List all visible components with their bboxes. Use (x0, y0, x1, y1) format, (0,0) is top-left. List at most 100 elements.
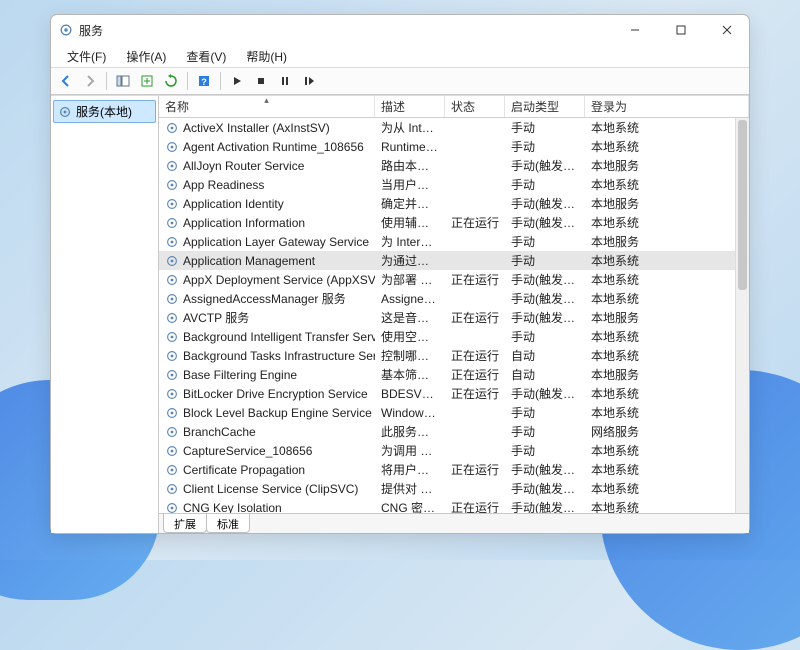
service-login-as: 本地服务 (585, 233, 655, 250)
service-name: CNG Key Isolation (183, 501, 282, 514)
service-name: Background Tasks Infrastructure Service (183, 349, 375, 363)
service-name: BranchCache (183, 425, 256, 439)
service-row[interactable]: BranchCache此服务缓存...手动网络服务 (159, 422, 735, 441)
service-desc: 为部署 Mic... (375, 271, 445, 288)
titlebar[interactable]: 服务 (51, 15, 749, 45)
service-row[interactable]: Certificate Propagation将用户证书...正在运行手动(触发… (159, 460, 735, 479)
gear-icon (165, 387, 179, 401)
view-tabs: 扩展 标准 (159, 513, 749, 533)
gear-icon (165, 197, 179, 211)
help-button[interactable]: ? (193, 70, 215, 92)
minimize-button[interactable] (621, 20, 649, 40)
column-start-type[interactable]: 启动类型 (505, 96, 585, 117)
tree-item-services-local[interactable]: 服务(本地) (53, 100, 156, 123)
service-row[interactable]: AppX Deployment Service (AppXSVC)为部署 Mic… (159, 270, 735, 289)
gear-icon (165, 501, 179, 514)
menu-action[interactable]: 操作(A) (116, 46, 176, 67)
gear-icon (165, 368, 179, 382)
service-row[interactable]: Application Information使用辅助管...正在运行手动(触发… (159, 213, 735, 232)
service-login-as: 本地服务 (585, 157, 655, 174)
service-row[interactable]: Agent Activation Runtime_108656 Runtime f… (159, 137, 735, 156)
service-row[interactable]: Base Filtering Engine基本筛选引...正在运行自动本地服务 (159, 365, 735, 384)
show-hide-tree-button[interactable] (112, 70, 134, 92)
column-description[interactable]: 描述 (375, 96, 445, 117)
menu-file[interactable]: 文件(F) (57, 46, 116, 67)
service-desc: 为 Internet... (375, 233, 445, 250)
service-login-as: 本地系统 (585, 252, 655, 269)
gear-icon (165, 330, 179, 344)
service-login-as: 本地系统 (585, 271, 655, 288)
service-status: 正在运行 (445, 214, 505, 231)
service-desc: 为通过组策... (375, 252, 445, 269)
service-start-type: 手动(触发器... (505, 461, 585, 478)
service-row[interactable]: AllJoyn Router Service路由本地 A...手动(触发器...… (159, 156, 735, 175)
tree-panel: 服务(本地) (51, 96, 159, 533)
service-desc: Runtime f... (375, 140, 445, 154)
service-desc: 使用辅助管... (375, 214, 445, 231)
menu-view[interactable]: 查看(V) (176, 46, 236, 67)
column-name-label: 名称 (165, 98, 189, 115)
vertical-scrollbar[interactable] (735, 118, 749, 513)
service-start-type: 手动(触发器... (505, 385, 585, 402)
tab-extended[interactable]: 扩展 (163, 514, 207, 533)
stop-service-button[interactable] (250, 70, 272, 92)
service-start-type: 手动 (505, 423, 585, 440)
maximize-button[interactable] (667, 20, 695, 40)
scrollbar-thumb[interactable] (738, 120, 747, 290)
service-row[interactable]: Background Intelligent Transfer Service使… (159, 327, 735, 346)
service-row[interactable]: Client License Service (ClipSVC)提供对 Mic.… (159, 479, 735, 498)
service-start-type: 手动(触发器... (505, 480, 585, 497)
service-row[interactable]: Application Identity确定并验证...手动(触发器...本地服… (159, 194, 735, 213)
service-desc: 提供对 Mic... (375, 480, 445, 497)
service-row[interactable]: App Readiness当用户初次...手动本地系统 (159, 175, 735, 194)
service-name: Agent Activation Runtime_108656 (183, 140, 364, 154)
service-row[interactable]: AVCTP 服务这是音频视...正在运行手动(触发器...本地服务 (159, 308, 735, 327)
service-start-type: 自动 (505, 347, 585, 364)
pause-service-button[interactable] (274, 70, 296, 92)
close-button[interactable] (713, 20, 741, 40)
start-service-button[interactable] (226, 70, 248, 92)
gear-icon (165, 349, 179, 363)
gear-icon (165, 178, 179, 192)
service-row[interactable]: Background Tasks Infrastructure Service控… (159, 346, 735, 365)
list-header: 名称 ▴ 描述 状态 启动类型 登录为 (159, 96, 749, 118)
services-window: 服务 文件(F) 操作(A) 查看(V) 帮助(H) ? (50, 14, 750, 534)
gear-icon (165, 311, 179, 325)
gear-icon (165, 273, 179, 287)
menu-help[interactable]: 帮助(H) (236, 46, 297, 67)
restart-service-button[interactable] (298, 70, 320, 92)
service-name: AVCTP 服务 (183, 309, 249, 326)
service-row[interactable]: CaptureService_108656为调用 Wi...手动本地系统 (159, 441, 735, 460)
window-title: 服务 (79, 22, 621, 39)
export-list-button[interactable] (136, 70, 158, 92)
service-desc: CNG 密钥... (375, 499, 445, 513)
service-row[interactable]: CNG Key IsolationCNG 密钥...正在运行手动(触发器...本… (159, 498, 735, 513)
service-login-as: 本地系统 (585, 138, 655, 155)
separator (106, 72, 107, 90)
svg-text:?: ? (201, 77, 207, 87)
separator (187, 72, 188, 90)
service-row[interactable]: Application Management为通过组策...手动本地系统 (159, 251, 735, 270)
column-login-as[interactable]: 登录为 (585, 96, 749, 117)
service-login-as: 本地系统 (585, 176, 655, 193)
service-row[interactable]: ActiveX Installer (AxInstSV)为从 Inter...手… (159, 118, 735, 137)
service-status: 正在运行 (445, 385, 505, 402)
service-row[interactable]: BitLocker Drive Encryption ServiceBDESVC… (159, 384, 735, 403)
back-button[interactable] (55, 70, 77, 92)
service-row[interactable]: AssignedAccessManager 服务AssignedA...手动(触… (159, 289, 735, 308)
service-row[interactable]: Block Level Backup Engine ServiceWindows… (159, 403, 735, 422)
refresh-button[interactable] (160, 70, 182, 92)
forward-button[interactable] (79, 70, 101, 92)
service-login-as: 本地系统 (585, 480, 655, 497)
column-status[interactable]: 状态 (445, 96, 505, 117)
service-name: AssignedAccessManager 服务 (183, 290, 346, 307)
tab-standard[interactable]: 标准 (206, 514, 250, 533)
service-start-type: 手动(触发器... (505, 271, 585, 288)
gear-icon (165, 159, 179, 173)
service-row[interactable]: Application Layer Gateway Service为 Inter… (159, 232, 735, 251)
service-desc: 这是音频视... (375, 309, 445, 326)
service-start-type: 手动 (505, 233, 585, 250)
service-name: Base Filtering Engine (183, 368, 297, 382)
column-name[interactable]: 名称 ▴ (159, 96, 375, 117)
gear-icon (165, 121, 179, 135)
